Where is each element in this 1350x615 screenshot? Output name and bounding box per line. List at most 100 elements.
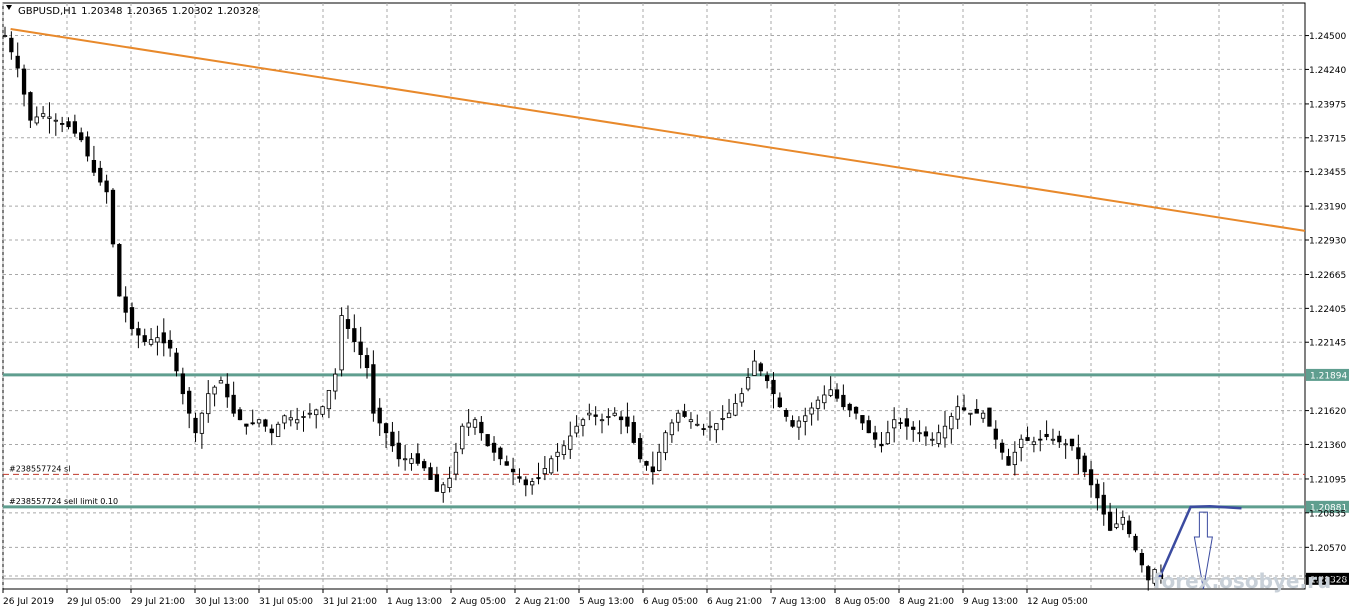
candle-body <box>1044 433 1049 438</box>
price-chart[interactable]: 1.218941.208811.20328#238557724 sl#23855… <box>0 0 1350 611</box>
candle-body <box>866 420 871 434</box>
candle-body <box>66 121 71 128</box>
candle-body <box>1057 435 1062 443</box>
candle-body <box>968 412 973 415</box>
x-tick-label: 7 Aug 13:00 <box>771 597 826 607</box>
candle-body <box>942 425 948 439</box>
candle-body <box>809 407 814 415</box>
candle-body <box>142 335 147 342</box>
y-tick-label: 1.23455 <box>1309 168 1346 178</box>
candle-body <box>631 422 636 443</box>
y-tick-label: 1.21620 <box>1309 407 1346 417</box>
candle-body <box>390 431 395 447</box>
candle-body <box>669 422 675 436</box>
ohlc-open: 1.20348 <box>81 6 122 17</box>
x-tick-label: 9 Aug 13:00 <box>963 597 1018 607</box>
candle-body <box>491 442 497 453</box>
candle-body <box>479 421 484 434</box>
candle-body <box>542 468 548 475</box>
symbol-name: GBPUSD,H1 <box>18 6 77 17</box>
candle-body <box>917 432 922 435</box>
candle-body <box>498 447 503 460</box>
order-label: #238557724 sell limit 0.10 <box>9 497 118 506</box>
candle-body <box>663 432 668 454</box>
candle-body <box>91 159 97 173</box>
candle-body <box>218 380 224 384</box>
candle-body <box>345 319 351 329</box>
candle-body <box>517 476 522 479</box>
candle-body <box>358 341 363 355</box>
candle-body <box>326 390 332 410</box>
x-tick-label: 8 Aug 21:00 <box>899 597 954 607</box>
candle-body <box>485 434 490 447</box>
candle-body <box>606 416 611 418</box>
candle-body <box>892 419 897 429</box>
candle-body <box>1031 441 1037 445</box>
candle-body <box>1133 535 1138 551</box>
x-tick-label: 2 Aug 05:00 <box>451 597 506 607</box>
y-tick-label: 1.20835 <box>1309 509 1346 519</box>
candle-body <box>523 479 528 486</box>
candle-body <box>250 422 255 425</box>
y-tick-label: 1.22145 <box>1309 339 1346 349</box>
candle-body <box>1019 438 1024 448</box>
y-tick-label: 1.22405 <box>1309 305 1346 315</box>
candle-body <box>212 386 217 395</box>
candle-body <box>504 461 509 466</box>
ohlc-high: 1.20365 <box>126 6 167 17</box>
candle-body <box>1038 438 1043 441</box>
x-tick-label: 6 Aug 21:00 <box>707 597 762 607</box>
candle-body <box>860 415 865 424</box>
candle-body <box>961 407 967 411</box>
candle-body <box>1120 516 1125 525</box>
candle-body <box>688 419 694 423</box>
candle-body <box>136 328 141 336</box>
candle-body <box>1114 523 1119 528</box>
candle-body <box>333 373 338 392</box>
candle-body <box>288 417 293 421</box>
candle-body <box>790 420 795 427</box>
candle-body <box>167 339 173 349</box>
chart: 1.21894 1.20881 1.20328 #238557724 sl #23855… <box>0 0 1350 611</box>
x-tick-label: 2 Aug 21:00 <box>515 597 570 607</box>
candle-body <box>377 407 382 424</box>
candle-body <box>999 442 1005 453</box>
candle-body <box>237 409 243 421</box>
candle-body <box>396 442 401 460</box>
candle-body <box>872 432 878 440</box>
candle-body <box>987 407 992 427</box>
candle-body <box>364 355 370 369</box>
candle-body <box>129 307 135 329</box>
candle-body <box>752 360 757 376</box>
symbol-header: GBPUSD,H1 1.20348 1.20365 1.20302 1.20328 <box>6 5 259 17</box>
candle-body <box>1088 469 1094 486</box>
y-tick-label: 1.23715 <box>1309 134 1346 144</box>
candle-body <box>898 422 903 424</box>
x-tick-label: 8 Aug 05:00 <box>835 597 890 607</box>
x-tick-label: 31 Jul 05:00 <box>259 597 313 607</box>
y-tick-label: 1.23190 <box>1309 203 1346 213</box>
candle-body <box>612 412 617 416</box>
candle-body <box>930 438 935 441</box>
candle-body <box>1139 552 1145 566</box>
watermark: forex.osobye.ru <box>1153 569 1331 593</box>
candle-body <box>453 451 459 475</box>
x-tick-label: 6 Aug 05:00 <box>643 597 698 607</box>
candle-body <box>841 394 846 408</box>
candle-body <box>853 406 859 414</box>
candle-body <box>549 458 554 474</box>
candle-body <box>402 458 408 461</box>
x-tick-label: 31 Jul 21:00 <box>323 597 377 607</box>
candle-body <box>1127 520 1132 535</box>
candle-body <box>580 419 586 426</box>
candle-body <box>701 428 706 430</box>
candle-body <box>555 451 560 457</box>
candle-body <box>9 37 14 53</box>
candle-body <box>409 458 414 464</box>
price-tag-label: 1.21894 <box>1310 371 1347 381</box>
candle-body <box>822 394 827 404</box>
x-tick-label: 29 Jul 21:00 <box>131 597 185 607</box>
candle-body <box>568 435 573 450</box>
candle-body <box>422 461 427 469</box>
candle-body <box>561 445 567 455</box>
